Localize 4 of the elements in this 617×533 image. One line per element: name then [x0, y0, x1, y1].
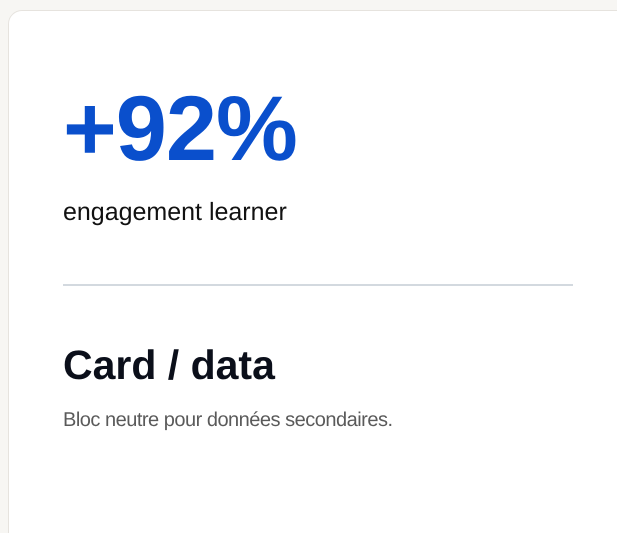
card-title: Card / data: [63, 341, 276, 390]
card-description: Bloc neutre pour données secondaires.: [63, 408, 394, 432]
metric-label: engagement learner: [63, 197, 288, 228]
metric-value: +92%: [63, 83, 298, 175]
